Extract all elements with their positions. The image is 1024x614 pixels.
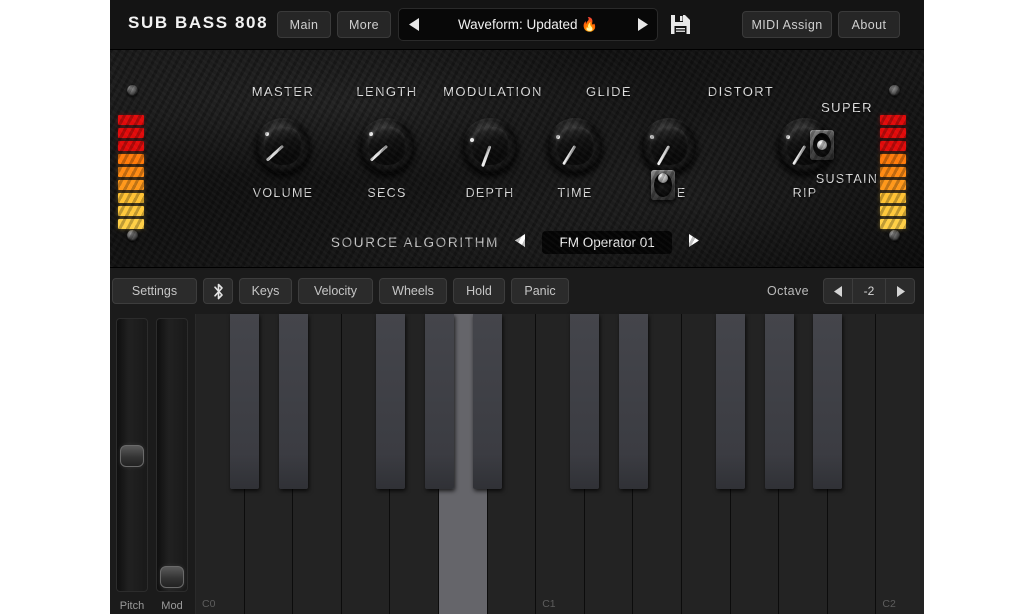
meter-led-7 — [880, 193, 906, 203]
label-secs: SECS — [367, 186, 407, 200]
octave-up-button[interactable] — [885, 278, 915, 304]
piano-black-key[interactable] — [473, 314, 503, 489]
source-algorithm-label: SOURCE ALGORITHM — [330, 234, 500, 250]
piano-black-key[interactable] — [424, 314, 454, 489]
screw-top-right — [889, 85, 900, 96]
app-header: SUB BASS 808 Main More Waveform: Updated… — [110, 0, 924, 50]
meter-led-8 — [880, 206, 906, 216]
piano-black-key[interactable] — [375, 314, 405, 489]
source-algorithm-value[interactable]: FM Operator 01 — [542, 230, 673, 254]
label-super: SUPER — [821, 100, 873, 115]
save-preset-button[interactable] — [667, 10, 693, 38]
label-master: MASTER — [251, 84, 315, 99]
pitch-wheel-handle[interactable] — [120, 445, 144, 467]
control-panel: MASTER VOLUME LENGTH SECS MODULATION DEP… — [110, 50, 924, 268]
meter-led-2 — [880, 128, 906, 138]
meter-led-3 — [118, 141, 144, 151]
knob-mod-time-control[interactable] — [547, 118, 603, 174]
synth-app-window: SUB BASS 808 Main More Waveform: Updated… — [110, 0, 924, 614]
piano-black-key[interactable] — [618, 314, 648, 489]
meter-led-1 — [880, 115, 906, 125]
label-rip: RIP — [792, 186, 818, 200]
keys-button[interactable]: Keys — [239, 278, 292, 304]
preset-next-button[interactable] — [627, 9, 657, 40]
settings-button[interactable]: Settings — [112, 278, 197, 304]
panic-button[interactable]: Panic — [511, 278, 569, 304]
hold-button[interactable]: Hold — [453, 278, 505, 304]
preset-prev-button[interactable] — [399, 9, 429, 40]
bluetooth-icon — [213, 283, 223, 299]
preset-name[interactable]: Waveform: Updated 🔥 — [429, 17, 627, 33]
source-prev-button[interactable] — [511, 234, 530, 250]
distort-toggle-switch[interactable] — [651, 170, 675, 200]
pitch-wheel[interactable] — [116, 318, 148, 592]
about-button[interactable]: About — [838, 11, 900, 38]
piano-key-label: C2 — [882, 598, 896, 610]
piano-black-key[interactable] — [716, 314, 746, 489]
meter-led-4 — [880, 154, 906, 164]
octave-stepper: -2 — [823, 278, 915, 304]
bluetooth-button[interactable] — [203, 278, 233, 304]
octave-down-button[interactable] — [823, 278, 853, 304]
piano-keyboard[interactable]: C0 C1 C2 — [195, 314, 924, 614]
meter-led-5 — [118, 167, 144, 177]
screw-top-left — [127, 85, 138, 96]
keyboard-toolbar: Settings Keys Velocity Wheels Hold Panic… — [110, 268, 924, 314]
knob-length-secs[interactable] — [359, 118, 415, 174]
label-distort: DISTORT — [707, 84, 775, 99]
floppy-disk-icon — [670, 14, 690, 34]
wheel-section: Pitch Mod — [110, 314, 195, 614]
source-next-button[interactable] — [684, 234, 703, 250]
meter-led-8 — [118, 206, 144, 216]
velocity-button[interactable]: Velocity — [298, 278, 373, 304]
wheels-button[interactable]: Wheels — [379, 278, 447, 304]
meter-led-6 — [118, 180, 144, 190]
piano-white-key[interactable]: C2 — [876, 314, 924, 614]
piano-black-key[interactable] — [764, 314, 794, 489]
label-volume: VOLUME — [252, 186, 314, 200]
meter-led-1 — [118, 115, 144, 125]
midi-assign-button[interactable]: MIDI Assign — [742, 11, 832, 38]
mod-wheel[interactable] — [156, 318, 188, 592]
piano-key-label: C0 — [202, 598, 216, 610]
mod-wheel-label: Mod — [161, 600, 183, 612]
meter-led-2 — [118, 128, 144, 138]
source-algorithm-row: SOURCE ALGORITHM FM Operator 01 — [110, 225, 924, 259]
tab-main[interactable]: Main — [277, 11, 331, 38]
piano-key-label: C1 — [542, 598, 556, 610]
pitch-wheel-label: Pitch — [119, 600, 145, 612]
knob-glide-time[interactable] — [641, 118, 697, 174]
knob-master-volume[interactable] — [255, 118, 311, 174]
tab-more[interactable]: More — [337, 11, 391, 38]
app-title: SUB BASS 808 — [128, 13, 269, 32]
piano-black-key[interactable] — [230, 314, 260, 489]
level-meter-left — [118, 115, 144, 229]
piano-black-key[interactable] — [278, 314, 308, 489]
super-sustain-toggle-switch[interactable] — [810, 130, 834, 160]
piano-black-key[interactable] — [570, 314, 600, 489]
meter-led-3 — [880, 141, 906, 151]
meter-led-7 — [118, 193, 144, 203]
meter-led-4 — [118, 154, 144, 164]
preset-selector: Waveform: Updated 🔥 — [398, 8, 658, 41]
piano-black-key[interactable] — [813, 314, 843, 489]
mod-wheel-handle[interactable] — [160, 565, 184, 588]
label-sustain: SUSTAIN — [815, 172, 879, 186]
octave-value: -2 — [853, 278, 885, 304]
knob-mod-depth-control[interactable] — [462, 118, 518, 174]
octave-label: Octave — [767, 284, 809, 298]
